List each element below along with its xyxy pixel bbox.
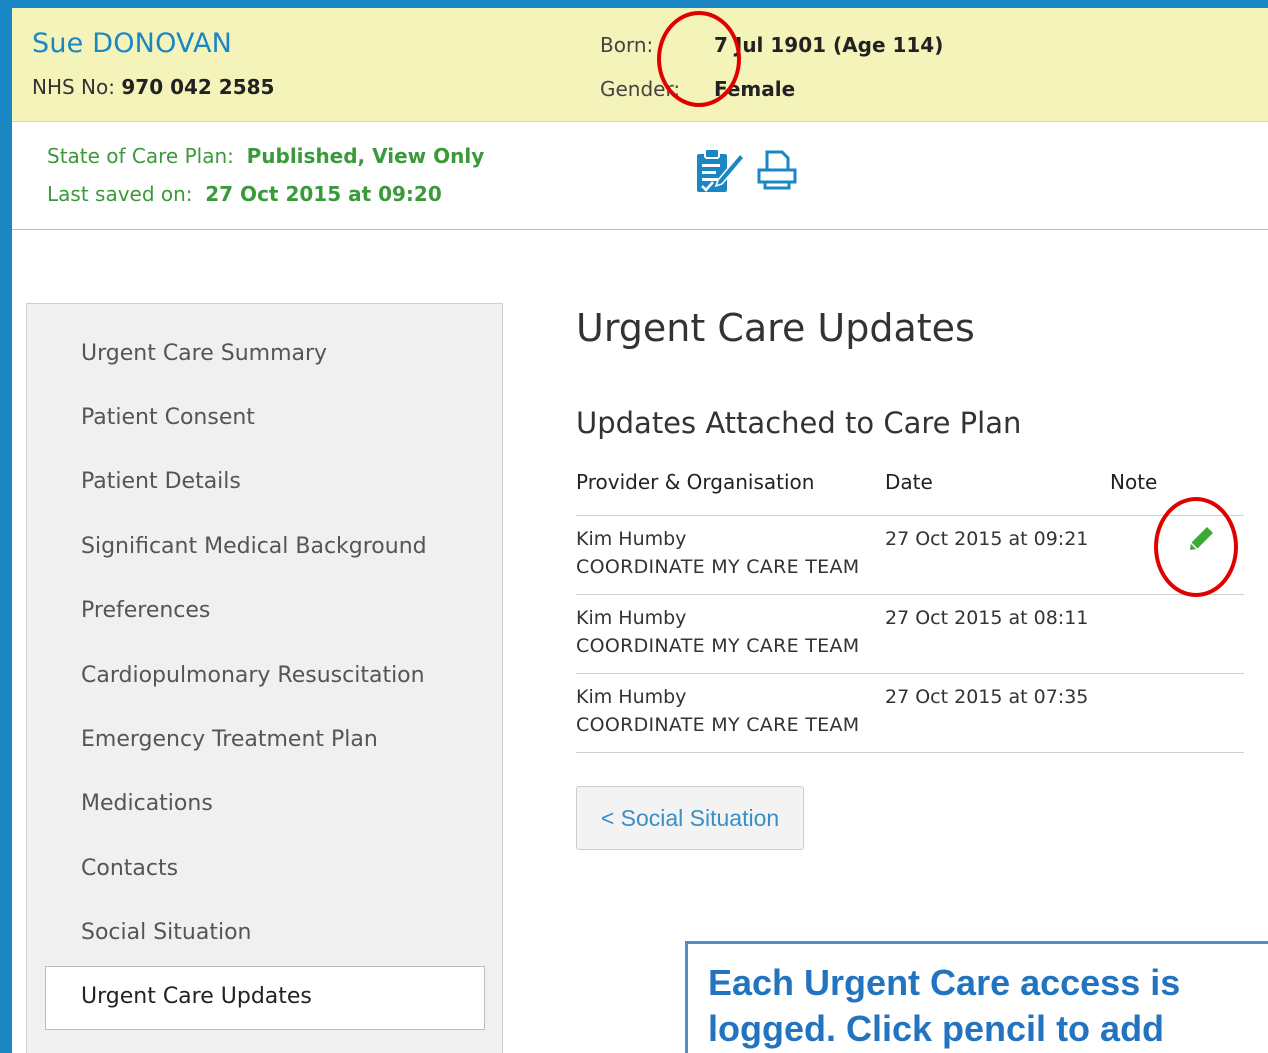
sidebar-item-contacts[interactable]: Contacts <box>81 856 178 881</box>
state-value: Published, View Only <box>246 144 485 168</box>
patient-banner: Sue DONOVAN NHS No: 970 042 2585 Born: 7… <box>12 8 1268 122</box>
provider-name: Kim Humby <box>576 607 687 629</box>
back-social-situation-button[interactable]: < Social Situation <box>576 786 804 850</box>
patient-name: Sue DONOVAN <box>32 28 233 59</box>
callout-line-2: logged. Click pencil to add <box>708 1008 1165 1049</box>
provider-organisation: COORDINATE MY CARE TEAM <box>576 714 860 736</box>
sidebar-item-preferences[interactable]: Preferences <box>81 598 210 623</box>
provider-name: Kim Humby <box>576 686 687 708</box>
column-header-note: Note <box>1110 470 1158 494</box>
clipboard-edit-icon[interactable] <box>694 148 746 200</box>
sidebar-item-label: Urgent Care Updates <box>81 984 312 1009</box>
sidebar-item-urgent-care-updates[interactable]: Urgent Care Updates <box>45 966 485 1030</box>
care-plan-state: State of Care Plan: Published, View Only <box>47 144 484 168</box>
update-date: 27 Oct 2015 at 08:11 <box>885 607 1089 629</box>
sidebar-item-medications[interactable]: Medications <box>81 791 213 816</box>
born-label: Born: <box>600 33 654 57</box>
saved-value: 27 Oct 2015 at 09:20 <box>205 182 442 206</box>
table-row: Kim Humby COORDINATE MY CARE TEAM 27 Oct… <box>576 516 1244 594</box>
page-title: Urgent Care Updates <box>576 306 975 350</box>
sidebar-item-patient-consent[interactable]: Patient Consent <box>81 405 255 430</box>
nhs-value: 970 042 2585 <box>121 75 275 99</box>
saved-label: Last saved on: <box>47 182 193 206</box>
instruction-callout: Each Urgent Care access is logged. Click… <box>685 941 1268 1053</box>
care-plan-state-bar: State of Care Plan: Published, View Only… <box>12 122 1268 230</box>
update-date: 27 Oct 2015 at 07:35 <box>885 686 1089 708</box>
sidebar-item-medical-background[interactable]: Significant Medical Background <box>81 534 427 559</box>
provider-organisation: COORDINATE MY CARE TEAM <box>576 556 860 578</box>
sidebar-item-cpr[interactable]: Cardiopulmonary Resuscitation <box>81 663 425 688</box>
annotation-circle-pencil <box>1154 497 1238 597</box>
sidebar-item-social-situation[interactable]: Social Situation <box>81 920 252 945</box>
sidebar-item-urgent-care-summary[interactable]: Urgent Care Summary <box>81 341 327 366</box>
annotation-circle-edit <box>657 11 741 107</box>
section-title: Updates Attached to Care Plan <box>576 406 1022 440</box>
callout-line-1: Each Urgent Care access is <box>708 962 1181 1003</box>
last-saved: Last saved on: 27 Oct 2015 at 09:20 <box>47 182 442 206</box>
column-header-provider: Provider & Organisation <box>576 470 815 494</box>
table-row: Kim Humby COORDINATE MY CARE TEAM 27 Oct… <box>576 595 1244 673</box>
provider-name: Kim Humby <box>576 528 687 550</box>
care-plan-sidebar: Urgent Care Summary Patient Consent Pati… <box>26 303 503 1053</box>
table-divider <box>576 752 1244 753</box>
sidebar-item-emergency-treatment-plan[interactable]: Emergency Treatment Plan <box>81 727 378 752</box>
table-row: Kim Humby COORDINATE MY CARE TEAM 27 Oct… <box>576 674 1244 752</box>
column-header-date: Date <box>885 470 933 494</box>
born-value: 7 Jul 1901 (Age 114) <box>714 33 944 57</box>
state-label: State of Care Plan: <box>47 144 234 168</box>
update-date: 27 Oct 2015 at 09:21 <box>885 528 1089 550</box>
nhs-label: NHS No: <box>32 75 115 99</box>
sidebar-item-patient-details[interactable]: Patient Details <box>81 469 241 494</box>
nhs-number: NHS No: 970 042 2585 <box>32 75 274 99</box>
provider-organisation: COORDINATE MY CARE TEAM <box>576 635 860 657</box>
print-icon[interactable] <box>756 148 798 196</box>
